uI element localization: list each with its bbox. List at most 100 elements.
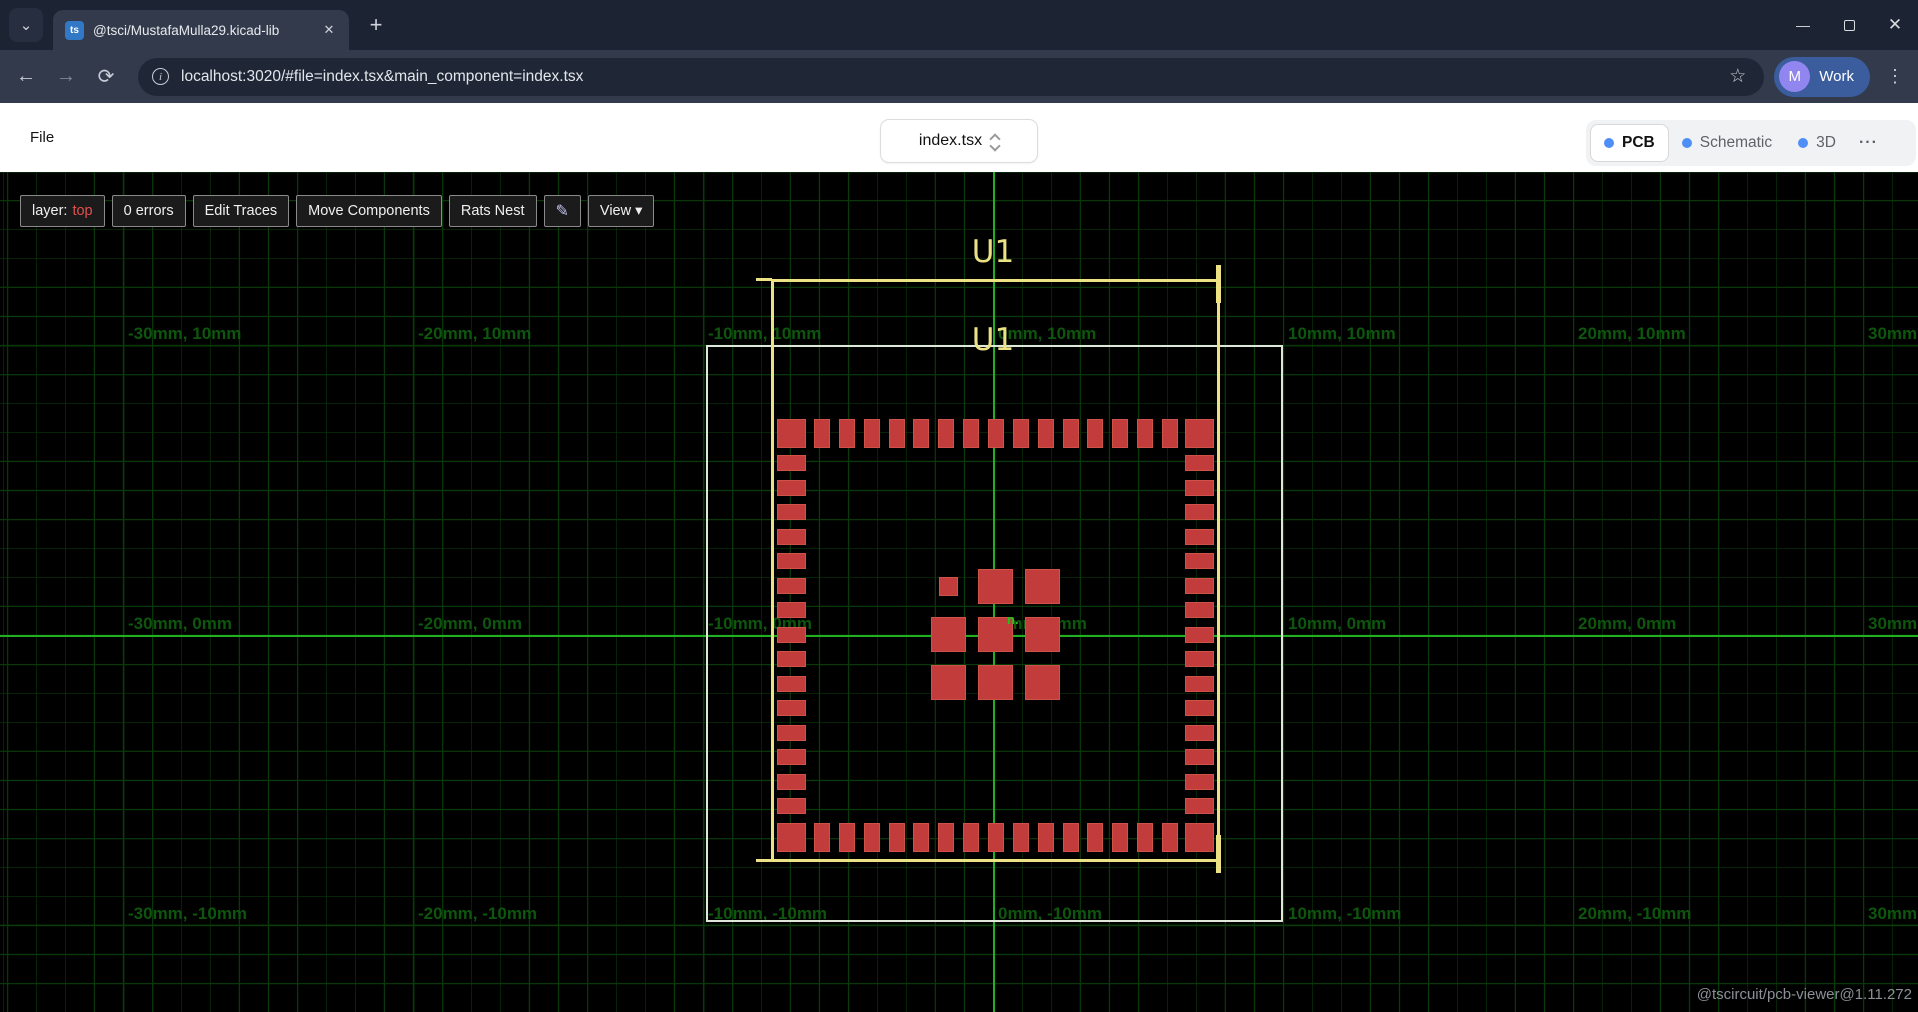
smt-pad[interactable]: [1038, 823, 1054, 852]
file-menu[interactable]: File: [30, 129, 54, 146]
smt-pad[interactable]: [839, 419, 855, 448]
smt-pad[interactable]: [1137, 823, 1153, 852]
component-ref-label[interactable]: U1: [972, 234, 1014, 270]
smt-pad[interactable]: [1162, 419, 1178, 448]
smt-pad[interactable]: [777, 676, 806, 692]
smt-pad[interactable]: [913, 823, 929, 852]
smt-pad[interactable]: [988, 419, 1004, 448]
smt-pad[interactable]: [777, 480, 806, 496]
smt-pad[interactable]: [1185, 504, 1214, 520]
smt-pad[interactable]: [1013, 419, 1029, 448]
browser-tab[interactable]: ts @tsci/MustafaMulla29.kicad-lib ✕: [53, 10, 349, 50]
smt-pad[interactable]: [777, 823, 806, 852]
smt-pad[interactable]: [1185, 480, 1214, 496]
smt-pad[interactable]: [777, 553, 806, 569]
browser-menu-icon[interactable]: ⋮: [1880, 66, 1910, 87]
tab-close-icon[interactable]: ✕: [319, 20, 339, 40]
smt-pad[interactable]: [939, 577, 958, 596]
smt-pad[interactable]: [889, 823, 905, 852]
smt-pad[interactable]: [777, 798, 806, 814]
window-close-button[interactable]: ✕: [1872, 0, 1918, 50]
smt-pad[interactable]: [777, 455, 806, 471]
file-select-dropdown[interactable]: index.tsx: [880, 119, 1038, 163]
smt-pad[interactable]: [931, 617, 966, 652]
smt-pad[interactable]: [864, 419, 880, 448]
edit-traces-button[interactable]: Edit Traces: [193, 195, 290, 227]
site-info-icon[interactable]: i: [152, 68, 169, 85]
smt-pad[interactable]: [777, 529, 806, 545]
smt-pad[interactable]: [1185, 774, 1214, 790]
component-ref-label[interactable]: U1: [972, 322, 1014, 358]
address-bar[interactable]: i localhost:3020/#file=index.tsx&main_co…: [138, 58, 1764, 96]
edit-pencil-button[interactable]: ✎: [544, 195, 581, 227]
smt-pad[interactable]: [1185, 700, 1214, 716]
smt-pad[interactable]: [1185, 578, 1214, 594]
smt-pad[interactable]: [1185, 419, 1214, 448]
refresh-button[interactable]: ⟳: [88, 59, 124, 95]
smt-pad[interactable]: [1025, 665, 1060, 700]
smt-pad[interactable]: [814, 419, 830, 448]
smt-pad[interactable]: [777, 627, 806, 643]
smt-pad[interactable]: [1185, 553, 1214, 569]
smt-pad[interactable]: [1025, 617, 1060, 652]
tab-search-button[interactable]: ⌄: [9, 8, 43, 42]
view-dropdown-button[interactable]: View ▾: [588, 195, 654, 227]
rats-nest-button[interactable]: Rats Nest: [449, 195, 537, 227]
errors-button[interactable]: 0 errors: [112, 195, 186, 227]
smt-pad[interactable]: [938, 419, 954, 448]
tab-schematic[interactable]: Schematic: [1669, 124, 1785, 162]
url-text[interactable]: localhost:3020/#file=index.tsx&main_comp…: [181, 68, 1729, 86]
smt-pad[interactable]: [814, 823, 830, 852]
smt-pad[interactable]: [1185, 823, 1214, 852]
smt-pad[interactable]: [777, 651, 806, 667]
forward-button[interactable]: →: [48, 59, 84, 95]
smt-pad[interactable]: [889, 419, 905, 448]
smt-pad[interactable]: [1137, 419, 1153, 448]
smt-pad[interactable]: [1063, 419, 1079, 448]
smt-pad[interactable]: [1013, 823, 1029, 852]
smt-pad[interactable]: [1185, 529, 1214, 545]
bookmark-star-icon[interactable]: ☆: [1729, 65, 1746, 88]
smt-pad[interactable]: [839, 823, 855, 852]
smt-pad[interactable]: [988, 823, 1004, 852]
smt-pad[interactable]: [1185, 627, 1214, 643]
smt-pad[interactable]: [978, 665, 1013, 700]
smt-pad[interactable]: [1185, 749, 1214, 765]
smt-pad[interactable]: [1063, 823, 1079, 852]
smt-pad[interactable]: [1087, 823, 1103, 852]
smt-pad[interactable]: [1112, 419, 1128, 448]
view-more-button[interactable]: ···: [1849, 134, 1888, 152]
smt-pad[interactable]: [1087, 419, 1103, 448]
smt-pad[interactable]: [1185, 725, 1214, 741]
tab-pcb[interactable]: PCB: [1590, 124, 1669, 162]
smt-pad[interactable]: [777, 749, 806, 765]
smt-pad[interactable]: [931, 665, 966, 700]
smt-pad[interactable]: [978, 569, 1013, 604]
smt-pad[interactable]: [864, 823, 880, 852]
pcb-canvas[interactable]: layer: top 0 errors Edit Traces Move Com…: [0, 172, 1918, 1012]
smt-pad[interactable]: [1038, 419, 1054, 448]
restore-button[interactable]: [1826, 0, 1872, 50]
smt-pad[interactable]: [777, 504, 806, 520]
smt-pad[interactable]: [963, 419, 979, 448]
smt-pad[interactable]: [777, 725, 806, 741]
smt-pad[interactable]: [777, 774, 806, 790]
minimize-button[interactable]: —: [1780, 0, 1826, 50]
smt-pad[interactable]: [938, 823, 954, 852]
smt-pad[interactable]: [777, 602, 806, 618]
new-tab-button[interactable]: +: [361, 10, 391, 40]
smt-pad[interactable]: [913, 419, 929, 448]
move-components-button[interactable]: Move Components: [296, 195, 442, 227]
layer-button[interactable]: layer: top: [20, 195, 105, 227]
back-button[interactable]: ←: [8, 59, 44, 95]
smt-pad[interactable]: [777, 700, 806, 716]
smt-pad[interactable]: [1185, 798, 1214, 814]
smt-pad[interactable]: [1185, 602, 1214, 618]
profile-chip[interactable]: M Work: [1774, 57, 1870, 97]
smt-pad[interactable]: [1185, 651, 1214, 667]
tab-3d[interactable]: 3D: [1785, 124, 1849, 162]
smt-pad[interactable]: [777, 419, 806, 448]
smt-pad[interactable]: [1185, 676, 1214, 692]
smt-pad[interactable]: [777, 578, 806, 594]
smt-pad[interactable]: [1025, 569, 1060, 604]
